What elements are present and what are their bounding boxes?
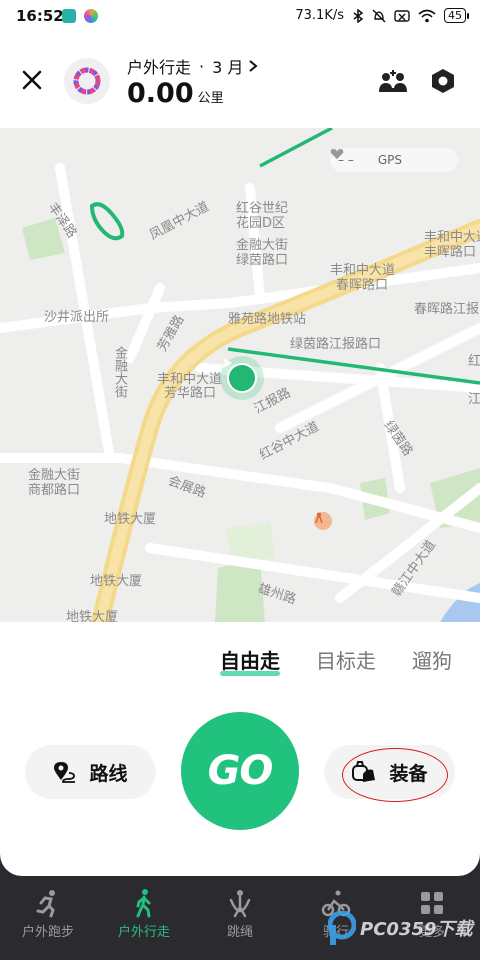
map-label: 雅苑路地铁站 (228, 312, 307, 327)
group-button[interactable] (378, 66, 408, 96)
map-label: 丰晖路口 (424, 245, 477, 260)
map-label: 春晖路口 (336, 278, 389, 293)
telegram-icon (62, 9, 76, 23)
distance-unit: 公里 (197, 91, 224, 106)
nav-outdoor-walk[interactable]: 户外行走 (96, 880, 192, 960)
activity-badge[interactable] (64, 58, 110, 104)
tab-goal-walk[interactable]: 目标走 (316, 645, 376, 674)
map-status-chip: – – GPS (330, 148, 458, 172)
route-button[interactable]: 路线 (25, 745, 156, 799)
badge-flower-icon (73, 67, 101, 95)
nav-label: 跳绳 (226, 925, 253, 940)
watermark: PC0359下载 (328, 908, 478, 948)
walk-mode-tabs: 自由走 目标走 遛狗 (220, 645, 452, 676)
poi-person-icon (314, 512, 332, 530)
map-label: 金融大街 (112, 346, 127, 398)
status-right: 73.1K/s 45 (295, 8, 469, 23)
gear-button[interactable]: 装备 (324, 745, 455, 799)
tab-free-walk[interactable]: 自由走 (220, 645, 280, 676)
go-label: GO (207, 748, 274, 794)
status-time: 16:52 (16, 7, 64, 25)
nav-jump-rope[interactable]: 跳绳 (192, 880, 288, 960)
jump-rope-icon (229, 890, 251, 918)
watermark-text: PC0359下载 (360, 919, 473, 940)
map-label: 商都路口 (28, 483, 81, 498)
map-label: 地铁大厦 (104, 512, 157, 527)
map-label: 地铁大厦 (90, 574, 143, 589)
map-label: 花园D区 (236, 216, 286, 231)
map-label: 春晖路江报 (414, 302, 480, 317)
activity-title[interactable]: 户外行走 · 3 月 (127, 54, 259, 78)
map-view[interactable]: – – GPS 丰泽路 凤凰中大道 红谷世纪 花园D区 金融大街 绿茵路口 丰和… (0, 128, 480, 622)
go-button[interactable]: GO (181, 712, 299, 830)
watch-gear-icon (352, 761, 376, 782)
activity-type: 户外行走 (127, 58, 192, 77)
distance-value: 0.00 (127, 78, 194, 109)
distance-summary: 0.00 公里 (127, 78, 224, 109)
close-icon (22, 70, 42, 90)
tab-dog-walk[interactable]: 遛狗 (412, 645, 452, 674)
gear-label: 装备 (389, 762, 428, 785)
map-label: 绿茵路江报路口 (290, 337, 382, 352)
status-bar: 16:52 73.1K/s 45 (0, 0, 480, 34)
notification-icons (62, 9, 98, 23)
map-label: 芳华路口 (164, 386, 217, 401)
current-location-marker (220, 356, 264, 400)
map-label: 地铁大厦 (66, 610, 119, 622)
header: 户外行走 · 3 月 0.00 公里 (0, 38, 480, 128)
close-button[interactable] (18, 66, 46, 94)
settings-button[interactable] (428, 66, 458, 96)
sim-x-icon (394, 9, 410, 22)
nav-outdoor-run[interactable]: 户外跑步 (0, 880, 96, 960)
walking-icon (136, 889, 151, 918)
month-label: 3 月 (212, 58, 244, 77)
net-speed: 73.1K/s (295, 8, 344, 23)
hexagon-settings-icon (432, 69, 454, 93)
map-label: 江 (468, 392, 480, 407)
running-icon (36, 890, 55, 918)
app-sheet: 16:52 73.1K/s 45 户外行走 · 3 月 0.00 公里 – – … (0, 0, 480, 876)
app-pinwheel-icon (84, 9, 98, 23)
nav-label: 户外跑步 (21, 925, 74, 940)
gps-label: GPS (377, 153, 402, 167)
map-label: 红 (468, 354, 480, 369)
route-pin-icon (54, 762, 76, 783)
route-label: 路线 (89, 762, 128, 785)
heart-icon (330, 149, 344, 159)
mute-bell-icon (372, 9, 386, 22)
battery-indicator: 45 (444, 8, 469, 23)
separator-dot: · (199, 56, 205, 76)
chevron-right-icon (249, 60, 258, 72)
watermark-logo-icon (328, 911, 356, 945)
nav-label: 户外行走 (117, 925, 170, 940)
map-label: 绿茵路口 (236, 253, 289, 268)
bluetooth-icon (353, 8, 364, 23)
map-label: 沙井派出所 (44, 310, 110, 325)
direction-arrow-icon (223, 358, 257, 393)
wifi-icon (418, 9, 436, 22)
group-people-icon (379, 70, 407, 92)
